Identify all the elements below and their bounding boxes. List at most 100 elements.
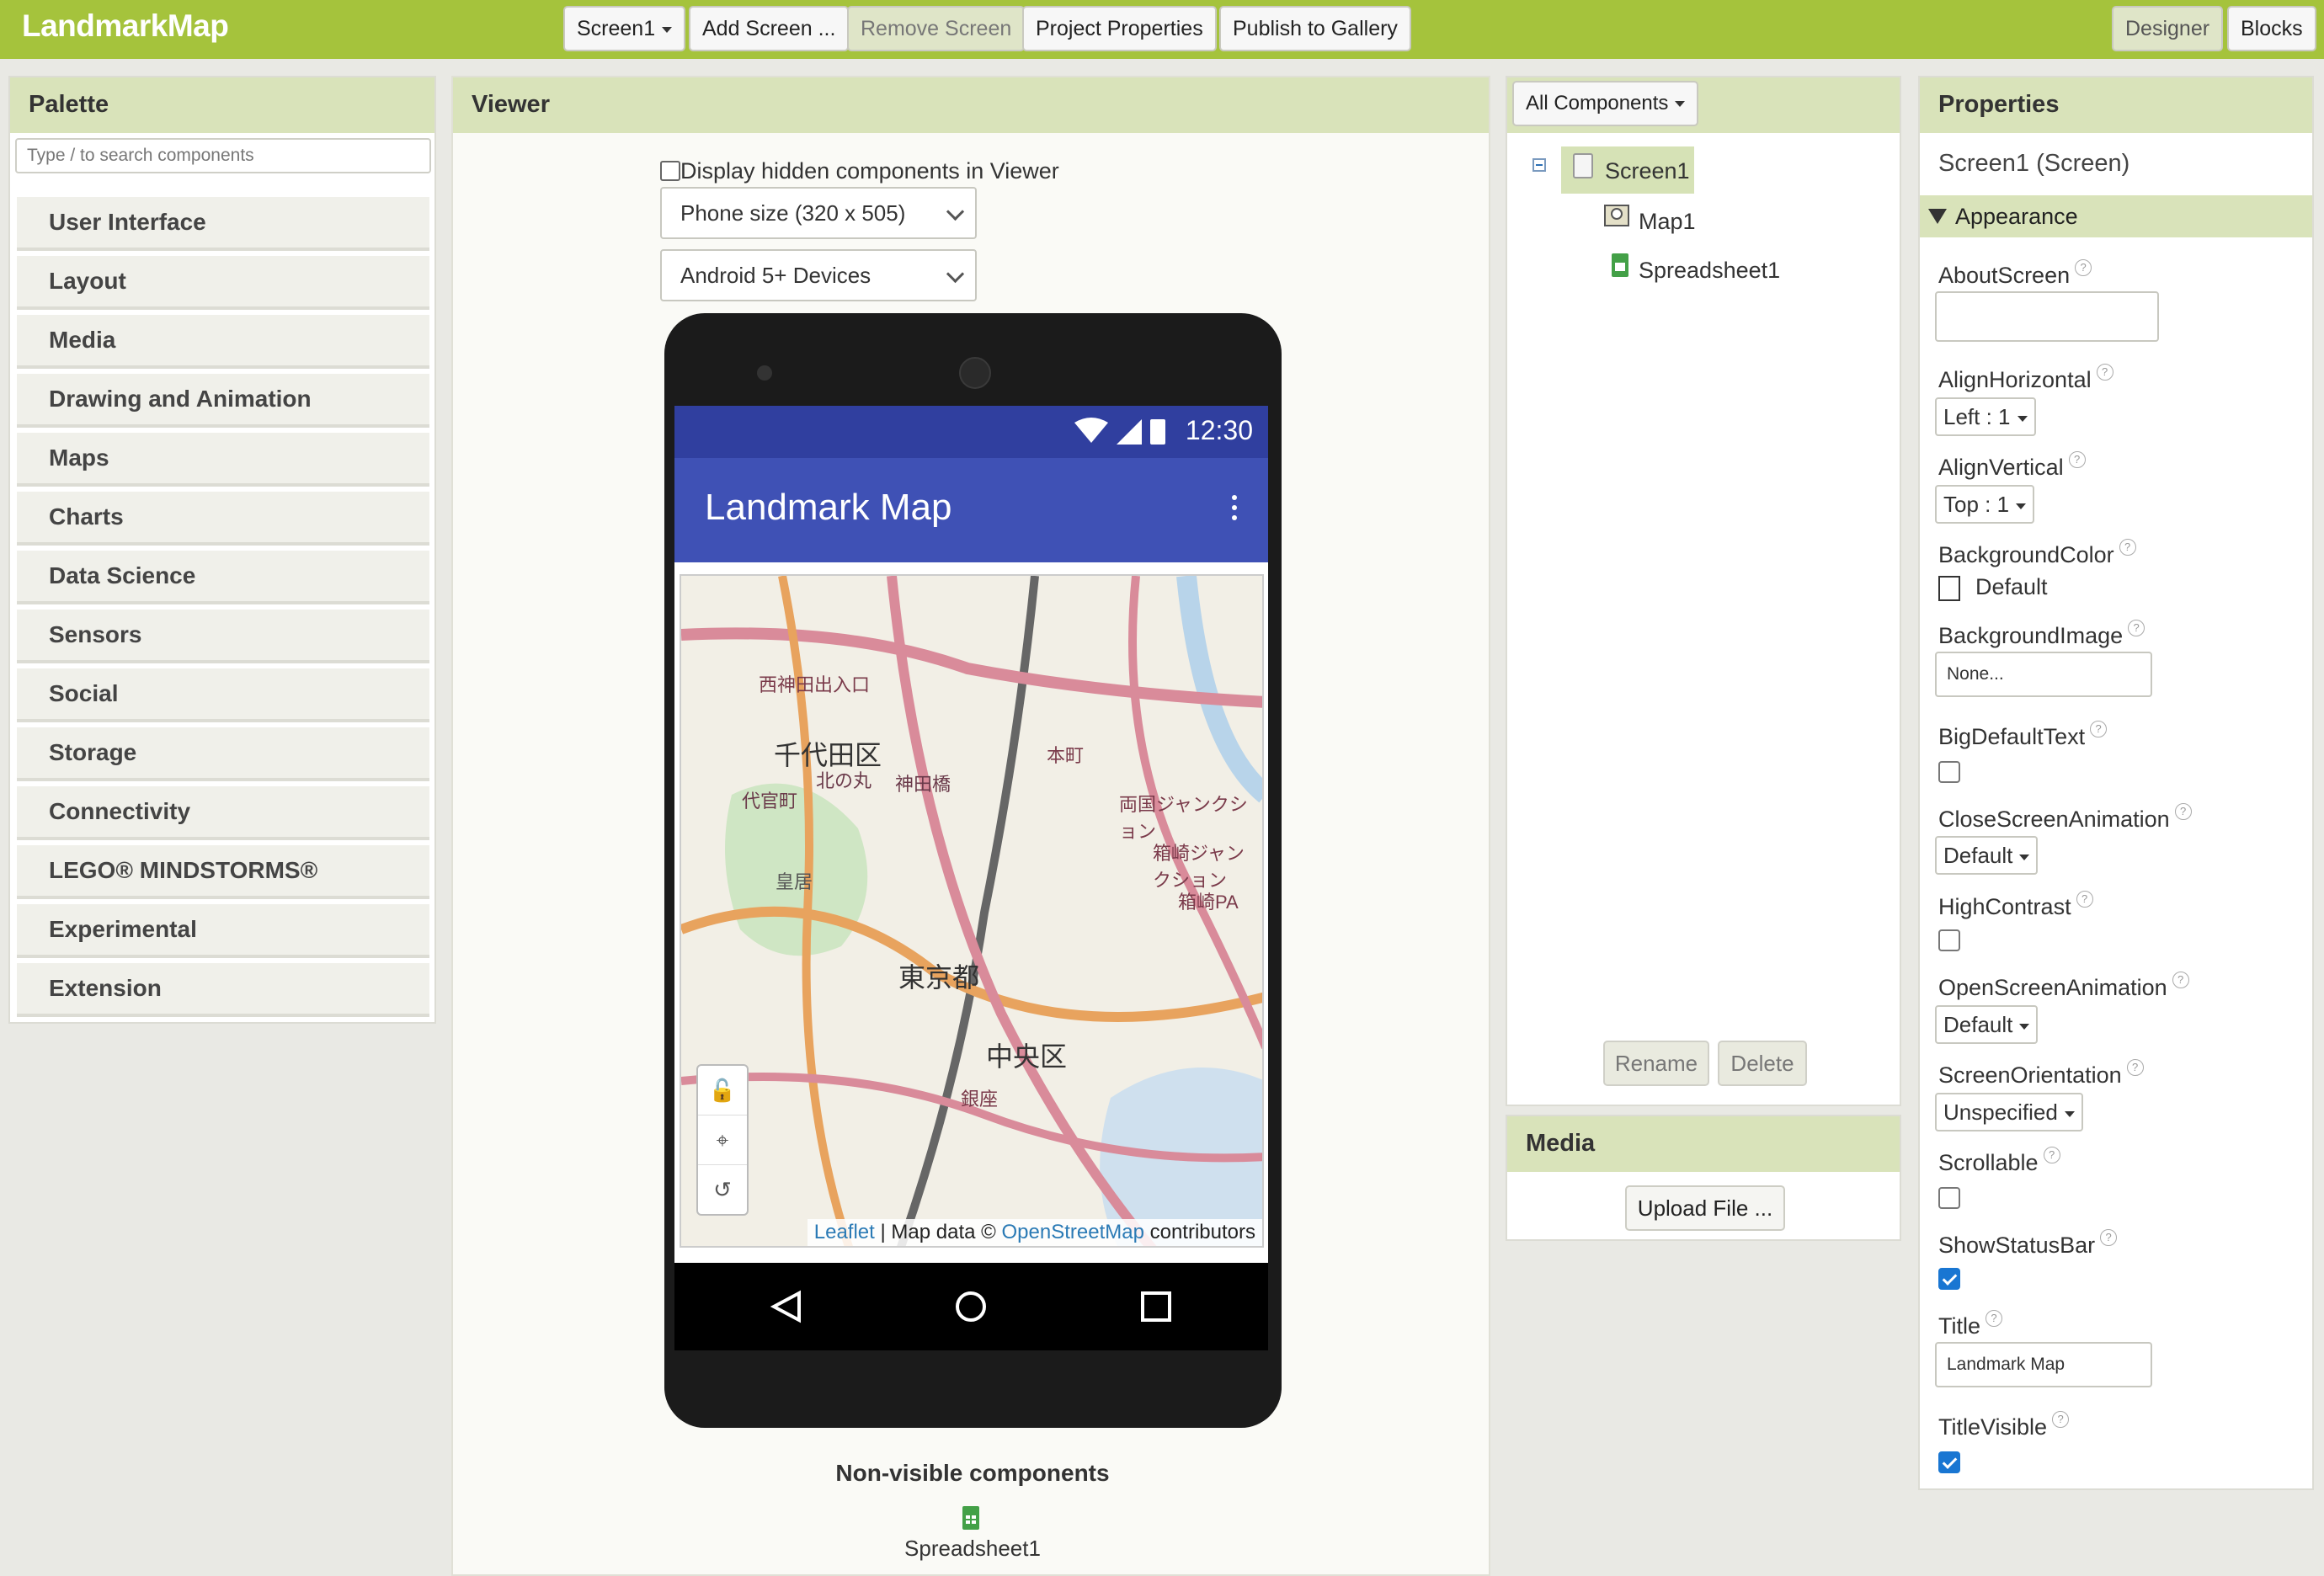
prop-align-vertical-label: AlignVertical? (1938, 451, 2086, 481)
triangle-down-icon (1928, 209, 1947, 224)
help-icon[interactable]: ? (2172, 972, 2189, 988)
align-vertical-dropdown[interactable]: Top : 1 (1935, 485, 2035, 524)
publish-gallery-button[interactable]: Publish to Gallery (1219, 6, 1411, 51)
palette-category-layout[interactable]: Layout (17, 256, 429, 310)
phone-size-select[interactable]: Phone size (320 x 505) (660, 187, 977, 239)
palette-category-experimental[interactable]: Experimental (17, 904, 429, 958)
appearance-section[interactable]: Appearance (1920, 195, 2312, 237)
prop-background-image-label: BackgroundImage? (1938, 620, 2145, 649)
help-icon[interactable]: ? (2174, 803, 2192, 820)
palette-category-charts[interactable]: Charts (17, 492, 429, 546)
map-label-kandabashi: 神田橋 (895, 774, 951, 795)
upload-file-button[interactable]: Upload File ... (1625, 1185, 1785, 1231)
color-swatch[interactable] (1938, 576, 1960, 601)
help-icon[interactable]: ? (2075, 259, 2092, 276)
phone-sensor (959, 357, 991, 389)
open-screen-animation-dropdown[interactable]: Default (1935, 1005, 2039, 1044)
caret-down-icon (1675, 101, 1686, 108)
top-bar: LandmarkMap Screen1 Add Screen ... Remov… (0, 0, 2324, 59)
palette-panel: Palette User Interface Layout Media Draw… (8, 76, 436, 1024)
theme-select[interactable]: Android 5+ Devices (660, 249, 977, 301)
palette-category-drawing[interactable]: Drawing and Animation (17, 374, 429, 428)
screen-icon (1573, 153, 1593, 178)
big-default-text-checkbox[interactable] (1938, 761, 1960, 783)
designer-button[interactable]: Designer (2112, 6, 2224, 51)
map-label-ryogoku-junction: 両国ジャンクション (1119, 794, 1248, 842)
caret-down-icon (662, 26, 673, 33)
help-icon[interactable]: ? (2096, 364, 2113, 381)
palette-category-connectivity[interactable]: Connectivity (17, 786, 429, 840)
palette-category-lego[interactable]: LEGO® MINDSTORMS® (17, 845, 429, 899)
project-properties-button[interactable]: Project Properties (1022, 6, 1217, 51)
palette-search-input[interactable] (15, 138, 431, 173)
crosshair-icon[interactable]: ⌖ (698, 1115, 747, 1165)
palette-category-social[interactable]: Social (17, 668, 429, 722)
prop-title-label: Title? (1938, 1310, 2003, 1339)
map-label-nishikanda: 西神田出入口 (759, 674, 871, 695)
prop-screen-orientation-label: ScreenOrientation? (1938, 1059, 2144, 1089)
map1-view[interactable]: 西神田出入口 千代田区 北の丸 代官町 神田橋 皇居 本町 両国ジャンクション … (680, 574, 1264, 1248)
palette-category-media[interactable]: Media (17, 315, 429, 369)
tree-item-spreadsheet1[interactable]: Spreadsheet1 (1639, 258, 1780, 284)
hidden-components-checkbox[interactable] (660, 161, 680, 181)
blocks-button[interactable]: Blocks (2227, 6, 2316, 51)
show-status-bar-checkbox[interactable] (1938, 1268, 1960, 1290)
help-icon[interactable]: ? (2052, 1411, 2070, 1428)
palette-category-data-science[interactable]: Data Science (17, 551, 429, 604)
tree-item-map1[interactable]: Map1 (1639, 209, 1696, 235)
close-screen-animation-dropdown[interactable]: Default (1935, 836, 2039, 875)
map-label-hakozaki-pa: 箱崎PA (1178, 892, 1239, 913)
high-contrast-checkbox[interactable] (1938, 929, 1960, 951)
chevron-down-icon (946, 264, 965, 284)
title-input[interactable]: Landmark Map (1935, 1342, 2152, 1387)
overflow-menu-icon[interactable] (1231, 495, 1238, 525)
viewer-title: Viewer (472, 91, 550, 118)
help-icon[interactable]: ? (2119, 539, 2136, 556)
components-header: All Components (1507, 77, 1900, 133)
prop-close-screen-animation-label: CloseScreenAnimation? (1938, 803, 2192, 833)
help-icon[interactable]: ? (2128, 620, 2145, 636)
prop-about-screen-label: AboutScreen? (1938, 259, 2092, 289)
help-icon[interactable]: ? (2076, 891, 2093, 908)
leaflet-link[interactable]: Leaflet (814, 1221, 875, 1243)
palette-category-storage[interactable]: Storage (17, 727, 429, 781)
map-icon (1603, 202, 1630, 229)
help-icon[interactable]: ? (2090, 721, 2108, 737)
components-panel: All Components Screen1 Map1 Spreadsheet1… (1506, 76, 1901, 1106)
palette-category-maps[interactable]: Maps (17, 433, 429, 487)
help-icon[interactable]: ? (2043, 1147, 2060, 1163)
palette-category-user-interface[interactable]: User Interface (17, 197, 429, 251)
map-label-honcho: 本町 (1047, 745, 1085, 766)
rename-button[interactable]: Rename (1603, 1041, 1709, 1086)
add-screen-button[interactable]: Add Screen ... (689, 6, 850, 51)
phone-status-bar: 12:30 (674, 406, 1268, 458)
map-label-tokyo: 東京都 (898, 962, 980, 993)
map-label-ginza: 銀座 (961, 1089, 999, 1110)
remove-screen-button[interactable]: Remove Screen (847, 6, 1026, 51)
lock-icon[interactable]: 🔓 (698, 1066, 747, 1115)
align-horizontal-dropdown[interactable]: Left : 1 (1935, 397, 2036, 436)
prop-background-color-label: BackgroundColor? (1938, 539, 2136, 568)
reset-icon[interactable]: ↺ (698, 1165, 747, 1214)
map-label-daikancho: 代官町 (742, 791, 798, 812)
scrollable-checkbox[interactable] (1938, 1187, 1960, 1209)
palette-category-extension[interactable]: Extension (17, 963, 429, 1017)
delete-button[interactable]: Delete (1718, 1041, 1807, 1086)
screen-dropdown[interactable]: Screen1 (563, 6, 686, 51)
all-components-dropdown[interactable]: All Components (1512, 81, 1699, 126)
help-icon[interactable]: ? (2068, 451, 2086, 468)
screen-orientation-dropdown[interactable]: Unspecified (1935, 1093, 2083, 1131)
osm-link[interactable]: OpenStreetMap (1002, 1221, 1144, 1243)
about-screen-textarea[interactable] (1935, 291, 2159, 342)
nonvisible-item-spreadsheet1[interactable]: Spreadsheet1 (453, 1536, 1492, 1562)
palette-category-sensors[interactable]: Sensors (17, 610, 429, 663)
caret-down-icon (2019, 1023, 2030, 1030)
help-icon[interactable]: ? (2126, 1059, 2144, 1076)
background-image-picker[interactable]: None... (1935, 652, 2152, 697)
help-icon[interactable]: ? (2100, 1229, 2118, 1246)
help-icon[interactable]: ? (1986, 1310, 2003, 1327)
collapse-toggle-icon[interactable] (1532, 158, 1546, 172)
tree-item-screen1[interactable]: Screen1 (1605, 158, 1690, 184)
title-visible-checkbox[interactable] (1938, 1451, 1960, 1473)
background-color-value[interactable]: Default (1975, 574, 2048, 600)
